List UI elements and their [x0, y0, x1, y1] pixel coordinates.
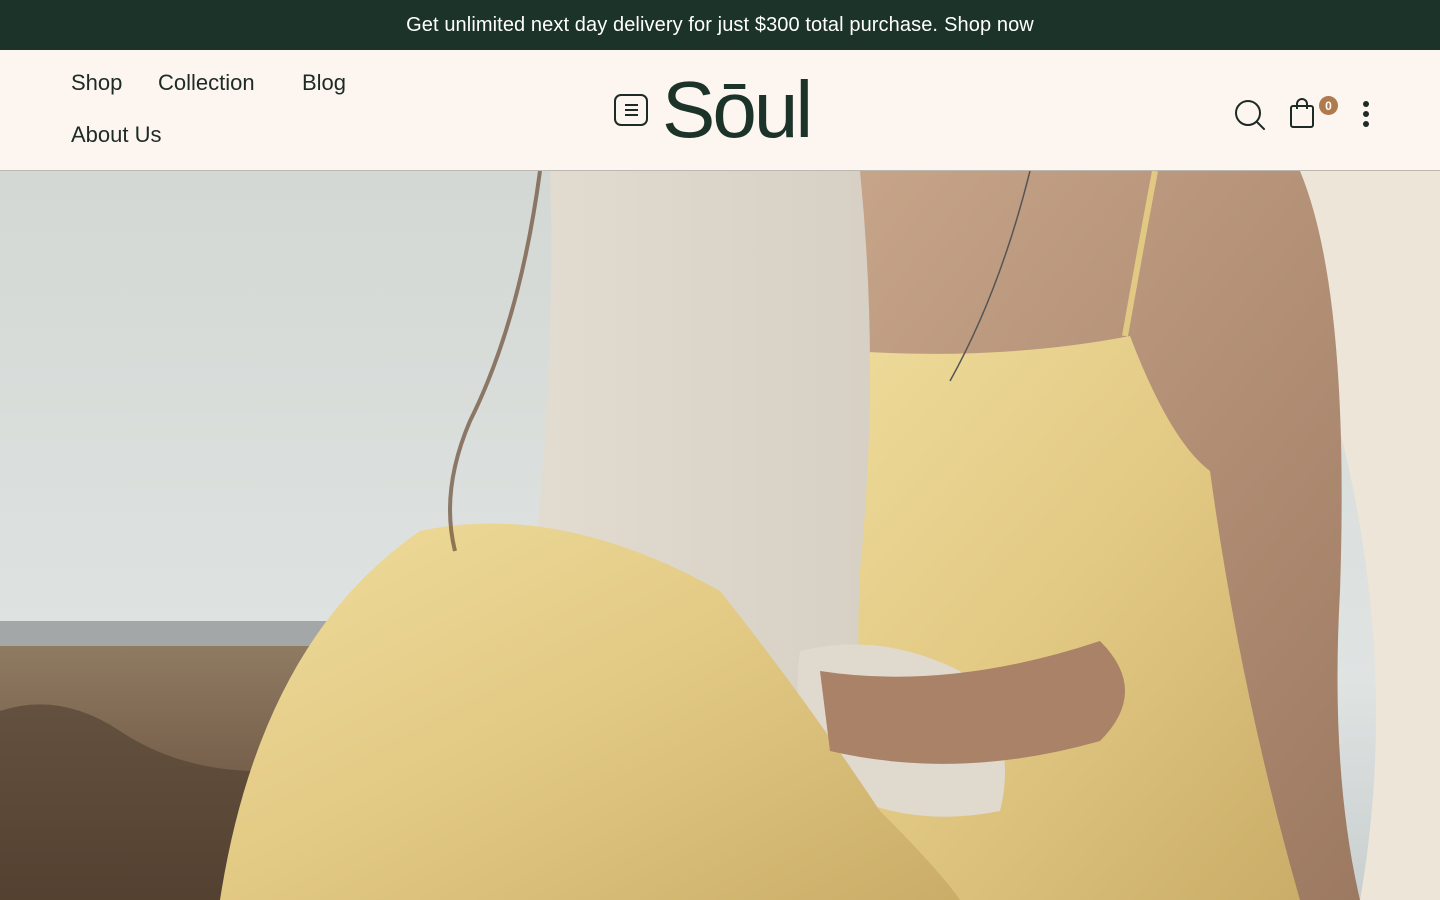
cart-button[interactable] — [1288, 96, 1318, 130]
announcement-text: Get unlimited next day delivery for just… — [406, 13, 939, 36]
nav-item-blog[interactable]: Blog — [302, 70, 346, 96]
nav-item-about-us[interactable]: About Us — [71, 122, 162, 148]
more-button[interactable] — [1356, 100, 1376, 128]
shop-now-link[interactable]: Shop now — [944, 14, 1034, 37]
hero-image — [0, 171, 1440, 900]
brand-logo[interactable]: Sōul — [662, 56, 813, 164]
shopping-bag-icon — [1290, 98, 1314, 128]
nav-item-shop[interactable]: Shop — [71, 70, 122, 96]
cart-count-badge: 0 — [1319, 96, 1338, 115]
menu-button[interactable] — [614, 94, 648, 126]
search-button[interactable] — [1233, 98, 1267, 132]
announcement-bar: Get unlimited next day delivery for just… — [0, 0, 1440, 50]
hero-banner — [0, 171, 1440, 900]
menu-icon — [624, 104, 638, 106]
nav-item-collection[interactable]: Collection — [158, 70, 255, 96]
search-icon — [1235, 100, 1265, 130]
site-header: Shop Collection Blog About Us Sōul 0 — [0, 50, 1440, 171]
more-vertical-icon — [1363, 101, 1369, 127]
